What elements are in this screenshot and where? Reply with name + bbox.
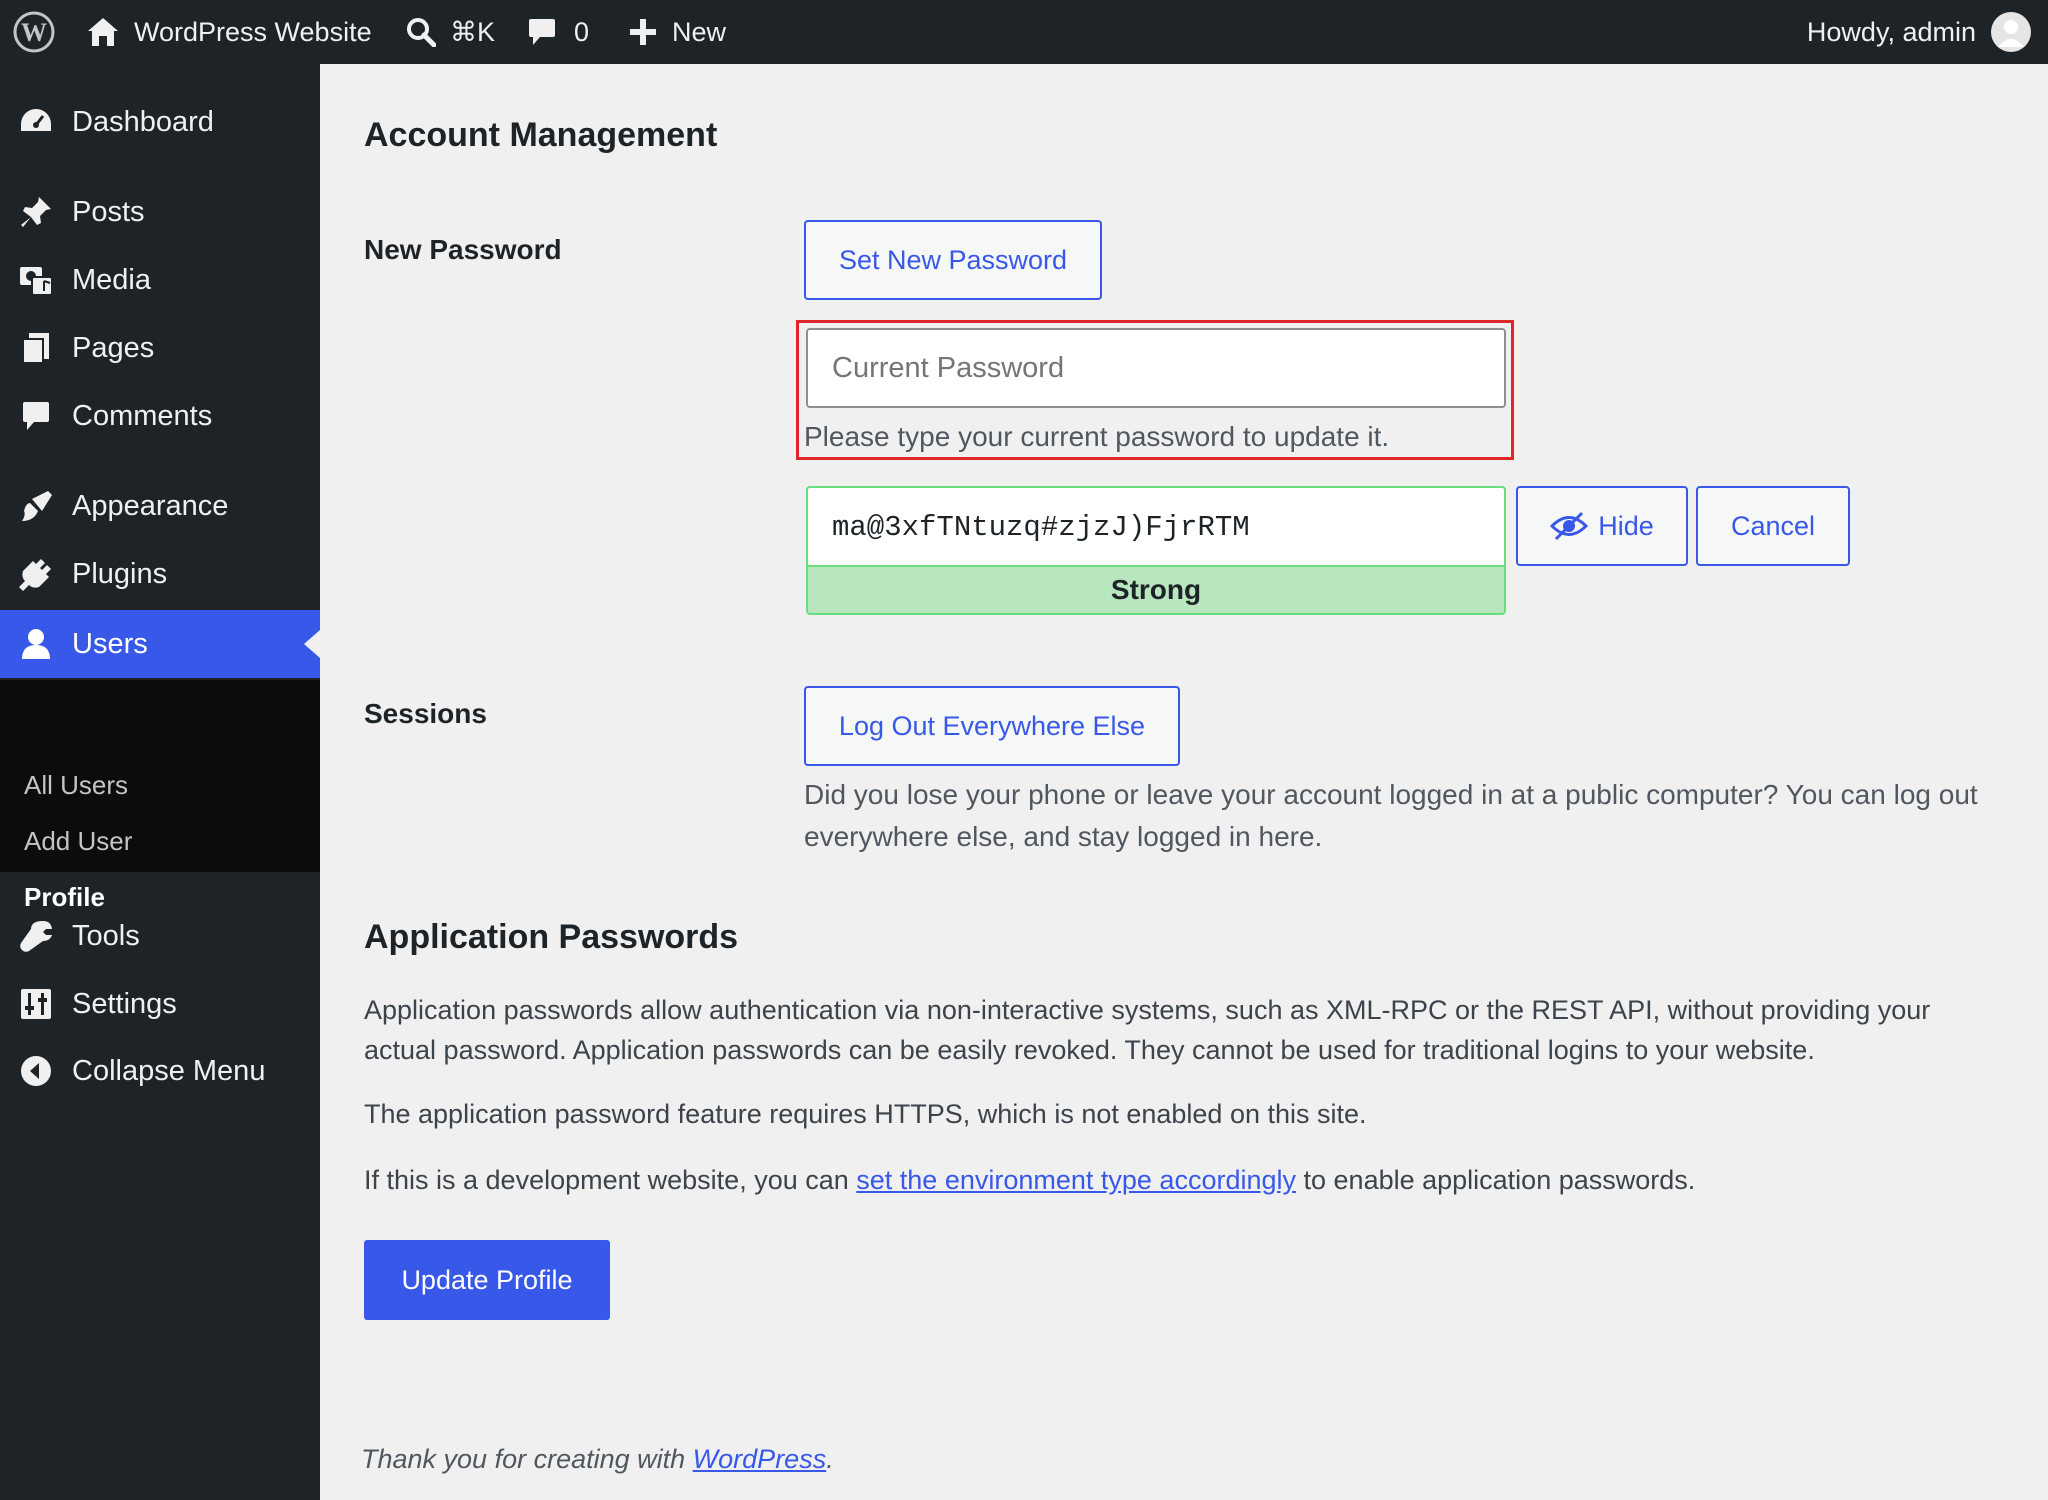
password-strength-meter: Strong: [806, 565, 1506, 615]
current-password-hint: Please type your current password to upd…: [804, 421, 1390, 452]
media-icon: [18, 262, 54, 298]
new-content-menu[interactable]: New: [628, 0, 726, 64]
sessions-label: Sessions: [364, 698, 487, 729]
submenu-all-users[interactable]: All Users: [24, 770, 128, 801]
menu-label: Appearance: [72, 489, 229, 522]
menu-label: Media: [72, 263, 151, 296]
svg-text:W: W: [21, 18, 47, 47]
hide-label: Hide: [1598, 510, 1654, 541]
home-icon: [86, 16, 120, 48]
new-password-label: New Password: [364, 234, 562, 265]
new-label: New: [672, 16, 727, 47]
admin-bar: W WordPress Website ⌘K 0 New Howdy, admi…: [0, 0, 2048, 64]
menu-users[interactable]: Users: [0, 610, 320, 678]
menu-label: Tools: [72, 919, 140, 952]
wordpress-link[interactable]: WordPress: [693, 1444, 827, 1474]
footer-credit: Thank you for creating with WordPress.: [361, 1444, 834, 1475]
wordpress-logo-icon[interactable]: W: [12, 0, 56, 64]
menu-media[interactable]: Media: [0, 246, 320, 314]
app-passwords-description: Application passwords allow authenticati…: [364, 995, 1931, 1065]
menu-label: Posts: [72, 195, 145, 228]
plus-icon: [628, 17, 658, 47]
application-passwords-heading: Application Passwords: [364, 918, 739, 956]
update-profile-button[interactable]: Update Profile: [364, 1240, 610, 1320]
new-password-input[interactable]: ma@3xfTNtuzq#zjzJ)FjrRTM: [806, 486, 1506, 566]
collapse-icon: [18, 1053, 54, 1089]
menu-label: Pages: [72, 331, 155, 364]
dev-website-notice: If this is a development website, you ca…: [364, 1160, 1994, 1200]
current-password-input[interactable]: [806, 328, 1506, 408]
user-icon: [18, 626, 54, 662]
comment-icon: [528, 17, 556, 47]
menu-pages[interactable]: Pages: [0, 314, 320, 382]
cancel-button[interactable]: Cancel: [1696, 486, 1850, 566]
dashboard-icon: [18, 104, 54, 140]
menu-label: Dashboard: [72, 105, 214, 138]
footer-period: .: [826, 1444, 834, 1474]
menu-comments[interactable]: Comments: [0, 382, 320, 450]
notice-text-after: to enable application passwords.: [1296, 1165, 1696, 1195]
sliders-icon: [18, 986, 54, 1022]
avatar: [1990, 11, 2032, 53]
menu-label: Plugins: [72, 557, 168, 590]
plug-icon: [18, 556, 54, 592]
menu-tools[interactable]: Tools: [0, 902, 320, 970]
my-account-menu[interactable]: Howdy, admin: [1807, 0, 2032, 64]
pin-icon: [18, 194, 54, 230]
collapse-menu-button[interactable]: Collapse Menu: [0, 1037, 320, 1105]
menu-plugins[interactable]: Plugins: [0, 540, 320, 608]
menu-label: Comments: [72, 399, 213, 432]
footer-text: Thank you for creating with: [361, 1444, 693, 1474]
site-name: WordPress Website: [134, 16, 372, 47]
log-out-everywhere-button[interactable]: Log Out Everywhere Else: [804, 686, 1180, 766]
site-name-link[interactable]: WordPress Website: [86, 0, 372, 64]
environment-type-link[interactable]: set the environment type accordingly: [856, 1165, 1296, 1195]
search-shortcut: ⌘K: [450, 16, 496, 47]
command-palette-button[interactable]: ⌘K: [406, 0, 495, 64]
comment-icon: [18, 398, 54, 434]
menu-label: Users: [72, 627, 148, 660]
current-menu-arrow: [304, 630, 320, 658]
admin-menu: Dashboard Posts Media Pages Comments App…: [0, 64, 320, 1500]
users-submenu: All Users Add User Profile: [0, 680, 320, 912]
comments-count: 0: [574, 16, 590, 47]
greeting: Howdy, admin: [1806, 16, 1976, 47]
hide-password-button[interactable]: Hide: [1516, 486, 1688, 566]
paintbrush-icon: [18, 488, 54, 524]
notice-text: If this is a development website, you ca…: [364, 1165, 857, 1195]
menu-posts[interactable]: Posts: [0, 178, 320, 246]
sessions-description: Did you lose your phone or leave your ac…: [804, 779, 1978, 852]
wrench-icon: [18, 918, 54, 954]
menu-appearance[interactable]: Appearance: [0, 472, 320, 540]
account-management-heading: Account Management: [364, 116, 718, 154]
set-new-password-button[interactable]: Set New Password: [804, 220, 1102, 300]
search-icon: [406, 17, 436, 47]
comments-link[interactable]: 0: [528, 0, 589, 64]
menu-settings[interactable]: Settings: [0, 970, 320, 1038]
menu-label: Settings: [72, 987, 177, 1020]
submenu-add-user[interactable]: Add User: [24, 826, 132, 857]
menu-dashboard[interactable]: Dashboard: [0, 88, 320, 156]
https-notice: The application password feature require…: [364, 1099, 1367, 1129]
menu-label: Collapse Menu: [72, 1054, 266, 1087]
eye-slash-icon: [1550, 511, 1589, 541]
pages-icon: [18, 330, 54, 366]
